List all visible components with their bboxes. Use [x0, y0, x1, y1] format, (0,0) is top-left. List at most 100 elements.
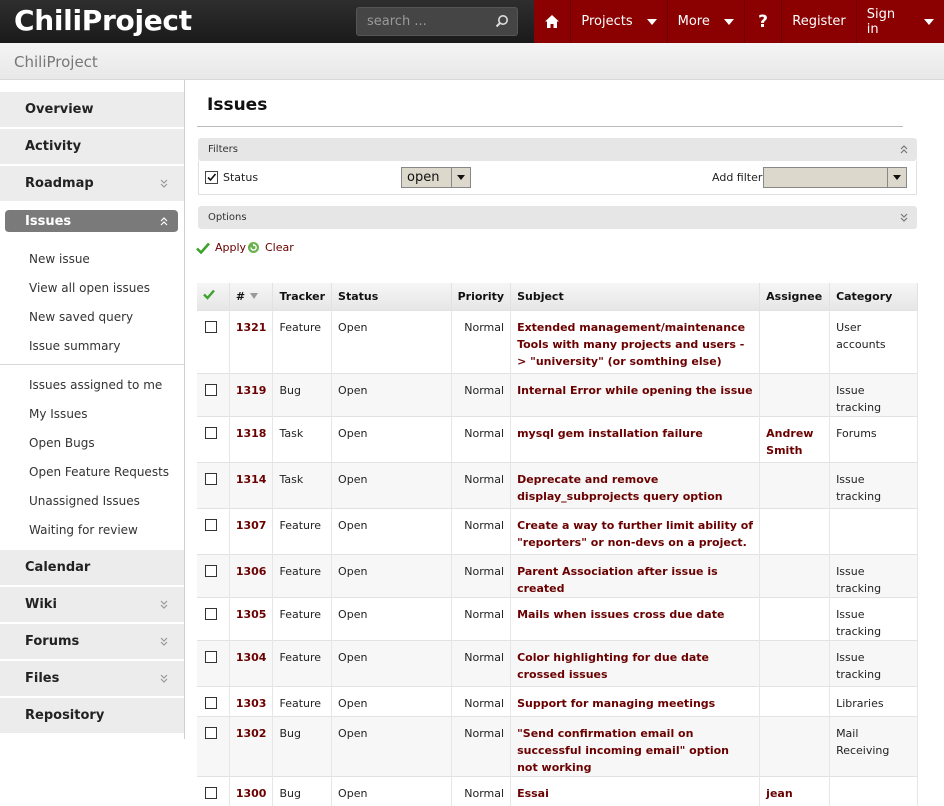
options-header[interactable]: Options	[198, 206, 917, 229]
sidebar-link-new-issue[interactable]: New issue	[29, 252, 90, 266]
issue-subject-link[interactable]: Color highlighting for due date crossed …	[517, 651, 709, 681]
sidebar-query-assigned-to-me[interactable]: Issues assigned to me	[29, 378, 162, 392]
column-header-tracker[interactable]: Tracker	[272, 283, 333, 310]
table-row[interactable]: 1300 Bug Open Normal Essai jean	[197, 775, 918, 806]
more-menu[interactable]: More	[666, 0, 744, 43]
clear-link[interactable]: Clear	[247, 241, 294, 254]
issue-id-link[interactable]: 1307	[236, 519, 267, 532]
expand-icon[interactable]	[159, 673, 169, 683]
app-logo[interactable]: ChiliProject	[14, 4, 192, 37]
sidebar-item-calendar[interactable]: Calendar	[0, 550, 184, 586]
issue-id-link[interactable]: 1306	[236, 565, 267, 578]
issue-subject-link[interactable]: Internal Error while opening the issue	[517, 384, 753, 397]
sidebar-query-waiting-review[interactable]: Waiting for review	[29, 523, 138, 537]
issue-id-link[interactable]: 1319	[236, 384, 267, 397]
column-header-id[interactable]: #	[229, 283, 274, 310]
add-filter-select[interactable]	[763, 167, 907, 188]
expand-icon[interactable]	[159, 178, 169, 188]
column-header-priority[interactable]: Priority	[451, 283, 512, 310]
register-link[interactable]: Register	[781, 0, 856, 43]
search-icon[interactable]	[495, 14, 509, 28]
row-checkbox[interactable]	[205, 383, 217, 396]
table-row[interactable]: 1321 Feature Open Normal Extended management…	[197, 309, 918, 373]
column-header-category[interactable]: Category	[829, 283, 918, 310]
projects-menu[interactable]: Projects	[570, 0, 666, 43]
table-row[interactable]: 1304 Feature Open Normal Color highlighting …	[197, 639, 918, 686]
issue-id-link[interactable]: 1302	[236, 727, 267, 740]
sidebar-link-view-all-open[interactable]: View all open issues	[29, 281, 150, 295]
sidebar-item-wiki[interactable]: Wiki	[0, 587, 184, 623]
expand-icon[interactable]	[899, 212, 909, 222]
apply-link[interactable]: Apply	[196, 241, 246, 254]
search-box[interactable]	[356, 7, 518, 36]
issue-subject-link[interactable]: Create a way to further limit ability of…	[517, 519, 753, 549]
issue-id-link[interactable]: 1321	[236, 321, 267, 334]
home-button[interactable]	[534, 0, 570, 43]
sidebar-query-open-feature-requests[interactable]: Open Feature Requests	[29, 465, 169, 479]
status-filter-checkbox[interactable]	[205, 171, 218, 184]
issue-subject-link[interactable]: mysql gem installation failure	[517, 427, 703, 440]
table-row[interactable]: 1319 Bug Open Normal Internal Error while op…	[197, 372, 918, 416]
column-header-subject[interactable]: Subject	[510, 283, 761, 310]
row-checkbox[interactable]	[205, 564, 217, 577]
issue-id-link[interactable]: 1318	[236, 427, 267, 440]
row-checkbox[interactable]	[205, 650, 217, 663]
table-row[interactable]: 1305 Feature Open Normal Mails when issues c…	[197, 596, 918, 640]
table-row[interactable]: 1303 Feature Open Normal Support for managin…	[197, 685, 918, 716]
project-name[interactable]: ChiliProject	[14, 53, 98, 71]
row-checkbox[interactable]	[205, 426, 217, 439]
issue-subject-link[interactable]: "Send confirmation email on successful i…	[517, 727, 729, 774]
sidebar-item-forums[interactable]: Forums	[0, 624, 184, 660]
row-checkbox[interactable]	[205, 696, 217, 709]
sidebar-query-unassigned[interactable]: Unassigned Issues	[29, 494, 140, 508]
issue-subject-link[interactable]: Parent Association after issue is create…	[517, 565, 718, 595]
issue-id-link[interactable]: 1300	[236, 787, 267, 800]
toggle-all-checkbox[interactable]	[197, 283, 230, 310]
row-checkbox[interactable]	[205, 472, 217, 485]
filters-header[interactable]: Filters	[198, 138, 917, 161]
collapse-icon[interactable]	[899, 144, 909, 154]
signin-label: Sign in	[866, 6, 896, 37]
column-header-status[interactable]: Status	[331, 283, 452, 310]
issue-subject-link[interactable]: Deprecate and remove display_subprojects…	[517, 473, 723, 503]
status-operator-select[interactable]: open	[401, 167, 471, 188]
row-checkbox[interactable]	[205, 518, 217, 531]
search-input[interactable]	[357, 8, 487, 35]
table-row[interactable]: 1302 Bug Open Normal "Send confirmation emai…	[197, 715, 918, 776]
sidebar-item-issues[interactable]: Issues	[5, 210, 178, 233]
sidebar-item-roadmap[interactable]: Roadmap	[0, 166, 184, 202]
table-row[interactable]: 1307 Feature Open Normal Create a way to fur…	[197, 507, 918, 554]
issue-id-link[interactable]: 1304	[236, 651, 267, 664]
sidebar-query-my-issues[interactable]: My Issues	[29, 407, 88, 421]
expand-icon[interactable]	[159, 636, 169, 646]
sidebar-item-repository[interactable]: Repository	[0, 698, 184, 734]
issue-subject-link[interactable]: Mails when issues cross due date	[517, 608, 724, 621]
sidebar-query-open-bugs[interactable]: Open Bugs	[29, 436, 95, 450]
column-header-assignee[interactable]: Assignee	[759, 283, 831, 310]
issue-assignee-link[interactable]: jean	[766, 787, 793, 800]
signin-menu[interactable]: Sign in	[855, 0, 944, 43]
sidebar-item-activity[interactable]: Activity	[0, 129, 184, 165]
issue-assignee-link[interactable]: Andrew Smith	[766, 427, 813, 457]
table-row[interactable]: 1318 Task Open Normal mysql gem installation…	[197, 415, 918, 462]
issue-subject-link[interactable]: Support for managing meetings	[517, 697, 715, 710]
issue-id-link[interactable]: 1303	[236, 697, 267, 710]
table-row[interactable]: 1306 Feature Open Normal Parent Association …	[197, 553, 918, 597]
sidebar-link-new-saved-query[interactable]: New saved query	[29, 310, 133, 324]
row-checkbox[interactable]	[205, 320, 217, 333]
table-row[interactable]: 1314 Task Open Normal Deprecate and remove d…	[197, 461, 918, 508]
sidebar-item-overview[interactable]: Overview	[0, 92, 184, 128]
help-button[interactable]: ?	[743, 0, 781, 43]
issue-status: Open	[331, 461, 452, 508]
issue-id-link[interactable]: 1314	[236, 473, 267, 486]
row-checkbox[interactable]	[205, 607, 217, 620]
row-checkbox[interactable]	[205, 726, 217, 739]
issue-subject-link[interactable]: Essai	[517, 787, 549, 800]
sidebar-link-issue-summary[interactable]: Issue summary	[29, 339, 120, 353]
collapse-icon[interactable]	[159, 216, 169, 226]
row-checkbox[interactable]	[205, 786, 217, 799]
expand-icon[interactable]	[159, 599, 169, 609]
issue-id-link[interactable]: 1305	[236, 608, 267, 621]
issue-subject-link[interactable]: Extended management/maintenance Tools wi…	[517, 321, 745, 368]
sidebar-item-files[interactable]: Files	[0, 661, 184, 697]
